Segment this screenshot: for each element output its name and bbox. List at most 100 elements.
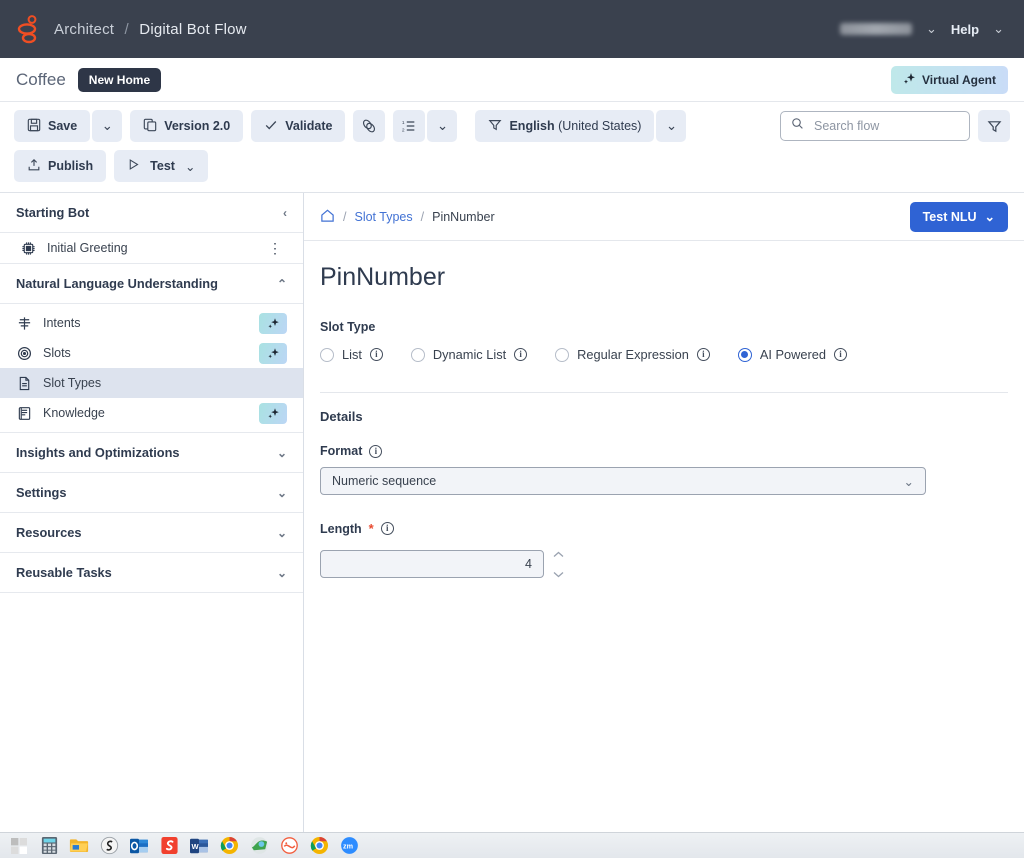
radio-button[interactable] <box>410 347 425 362</box>
calculator-icon[interactable] <box>38 835 60 857</box>
search-input[interactable] <box>812 118 959 134</box>
search-flow-box[interactable] <box>780 111 970 141</box>
link-chain-icon[interactable] <box>353 110 386 142</box>
chrome-icon[interactable] <box>218 835 240 857</box>
sidebar-group-nlu[interactable]: Natural Language Understanding ⌃ <box>0 264 303 304</box>
breadcrumb: / Slot Types / PinNumber <box>320 208 495 226</box>
sidebar-group-resources[interactable]: Resources ⌄ <box>0 513 303 553</box>
language-button[interactable]: English (United States) <box>475 110 655 142</box>
info-icon[interactable]: i <box>514 348 528 361</box>
stepper-down-icon[interactable] <box>553 565 564 583</box>
sidebar-group-starting-bot[interactable]: Starting Bot ‹ <box>0 193 303 233</box>
copy-icon <box>143 118 157 135</box>
user-menu-caret-icon[interactable]: ⌄ <box>922 21 941 37</box>
floppy-disk-icon <box>27 118 41 135</box>
header-section: Digital Bot Flow <box>139 20 247 38</box>
info-icon[interactable]: i <box>380 522 394 535</box>
sidebar-item-intents[interactable]: Intents <box>0 308 303 338</box>
radio-button[interactable] <box>555 347 570 362</box>
sidebar-item-knowledge[interactable]: Knowledge <box>0 398 303 428</box>
radio-label: Regular Expression <box>577 347 689 362</box>
sidebar-group-insights[interactable]: Insights and Optimizations ⌄ <box>0 433 303 473</box>
chevron-down-icon[interactable]: ⌄ <box>277 566 287 580</box>
list-dropdown-caret-icon[interactable]: ⌄ <box>427 110 458 142</box>
zoom-icon[interactable]: zm <box>338 835 360 857</box>
search-icon <box>791 117 804 135</box>
sidebar-item-initial-greeting[interactable]: Initial Greeting ⋮ <box>0 233 303 263</box>
svg-text:2: 2 <box>402 127 405 133</box>
breadcrumb-separator: / <box>343 209 347 224</box>
chevron-down-icon[interactable]: ⌄ <box>277 486 287 500</box>
sidebar-group-label: Resources <box>16 525 82 540</box>
format-select[interactable]: Numeric sequence ⌄ <box>320 467 926 495</box>
numbered-list-icon[interactable]: 12 <box>393 110 426 142</box>
chevron-up-icon[interactable]: ⌃ <box>277 277 287 291</box>
radio-option-dynamic-list[interactable]: Dynamic List i <box>410 347 528 362</box>
chevron-left-icon[interactable]: ‹ <box>283 206 287 220</box>
save-dropdown-caret-icon[interactable]: ⌄ <box>92 110 123 142</box>
ai-assist-badge[interactable] <box>259 312 287 334</box>
radio-option-ai-powered[interactable]: AI Powered i <box>737 347 848 362</box>
language-split-button: English (United States) ⌄ <box>475 110 687 142</box>
word-icon[interactable]: W <box>188 835 210 857</box>
test-button[interactable]: Test ⌄ <box>114 150 209 182</box>
info-icon[interactable]: i <box>369 348 383 361</box>
genesys-cloud-icon[interactable] <box>248 835 270 857</box>
help-caret-icon[interactable]: ⌄ <box>989 21 1008 37</box>
search-filter-icon[interactable] <box>978 110 1010 142</box>
kebab-menu-icon[interactable]: ⋮ <box>263 241 287 255</box>
sidebar-item-slots[interactable]: Slots <box>0 338 303 368</box>
publish-button[interactable]: Publish <box>14 150 107 182</box>
version-button[interactable]: Version 2.0 <box>130 110 244 142</box>
test-dropdown-caret-icon[interactable]: ⌄ <box>185 159 195 174</box>
virtual-agent-button[interactable]: Virtual Agent <box>890 65 1008 94</box>
save-label: Save <box>48 119 78 133</box>
quantity-stepper[interactable] <box>553 545 564 583</box>
ai-assist-badge[interactable] <box>259 402 287 424</box>
radio-option-regular-expression[interactable]: Regular Expression i <box>555 347 710 362</box>
snagit-icon[interactable] <box>98 835 120 857</box>
chrome-window-icon[interactable] <box>308 835 330 857</box>
toolbar-row-1: Save ⌄ Version 2.0 Validate 12 ⌄ English… <box>14 110 1010 142</box>
radio-button[interactable] <box>320 347 334 362</box>
breadcrumb-link-slot-types[interactable]: Slot Types <box>354 210 412 224</box>
genesys-logo-icon <box>16 14 42 44</box>
details-section-label: Details <box>320 392 1008 424</box>
sparkle-icon <box>259 402 287 424</box>
help-link[interactable]: Help <box>951 22 979 37</box>
test-label: Test <box>150 159 175 173</box>
chevron-down-icon[interactable]: ⌄ <box>277 446 287 460</box>
info-icon[interactable]: i <box>696 348 710 361</box>
home-icon[interactable] <box>320 208 335 226</box>
sidebar-item-label: Slot Types <box>43 376 102 390</box>
snagit-editor-icon[interactable] <box>158 835 180 857</box>
outlook-icon[interactable] <box>128 835 150 857</box>
info-icon[interactable]: i <box>369 444 383 458</box>
udemy-icon[interactable] <box>278 835 300 857</box>
version-label: Version 2.0 <box>164 119 231 133</box>
sidebar-item-slot-types[interactable]: Slot Types <box>0 368 303 398</box>
format-field-label: Format i <box>320 444 1008 458</box>
os-taskbar: W zm <box>0 832 1024 858</box>
breadcrumb-current: PinNumber <box>432 209 495 224</box>
sidebar-group-reusable-tasks[interactable]: Reusable Tasks ⌄ <box>0 553 303 593</box>
windows-start-icon[interactable] <box>8 835 30 857</box>
chevron-down-icon: ⌄ <box>903 474 914 489</box>
ai-assist-badge[interactable] <box>259 342 287 364</box>
chevron-down-icon[interactable]: ⌄ <box>277 526 287 540</box>
radio-option-list[interactable]: List i <box>320 347 383 362</box>
file-explorer-icon[interactable] <box>68 835 90 857</box>
save-button[interactable]: Save <box>14 110 91 142</box>
sidebar-section-starting-bot: Initial Greeting ⋮ <box>0 233 303 264</box>
language-dropdown-caret-icon[interactable]: ⌄ <box>656 110 687 142</box>
sidebar-group-settings[interactable]: Settings ⌄ <box>0 473 303 513</box>
new-home-badge[interactable]: New Home <box>77 67 162 92</box>
info-icon[interactable]: i <box>834 348 848 361</box>
test-nlu-label: Test NLU <box>922 209 977 224</box>
toolbar-row-2: Publish Test ⌄ <box>14 150 1010 182</box>
validate-button[interactable]: Validate <box>251 110 346 142</box>
radio-button[interactable] <box>737 347 752 362</box>
length-input[interactable] <box>320 550 544 578</box>
test-nlu-button[interactable]: Test NLU ⌄ <box>909 201 1008 232</box>
stepper-up-icon[interactable] <box>553 545 564 563</box>
